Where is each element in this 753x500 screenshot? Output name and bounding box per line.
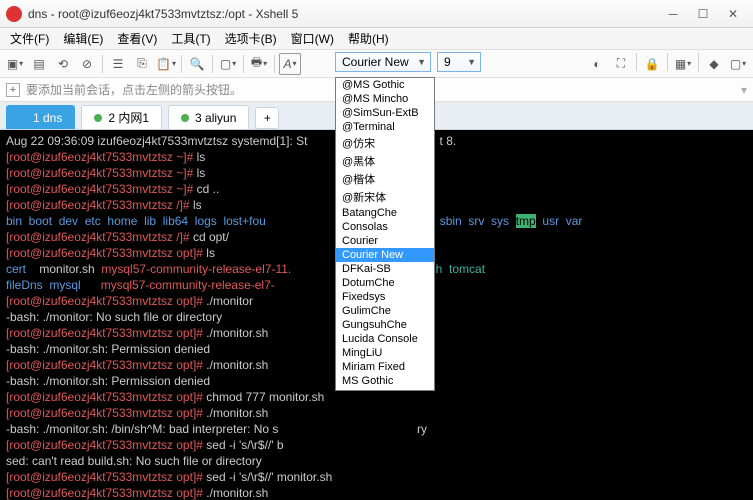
xftp-dropdown[interactable]: ▢ (727, 53, 749, 75)
font-option[interactable]: MS Mincho (336, 388, 434, 391)
font-name-combo[interactable]: Courier New ▼ (335, 52, 431, 72)
window-title: dns - root@izuf6eozj4kt7533mvtztsz:/opt … (28, 7, 659, 21)
status-dot-icon (94, 114, 102, 122)
font-option[interactable]: @Terminal (336, 120, 434, 134)
menubar: 文件(F) 编辑(E) 查看(V) 工具(T) 选项卡(B) 窗口(W) 帮助(… (0, 28, 753, 50)
font-option[interactable]: GungsuhChe (336, 318, 434, 332)
font-size-value: 9 (444, 55, 451, 69)
menu-window[interactable]: 窗口(W) (285, 28, 340, 49)
font-option[interactable]: DFKai-SB (336, 262, 434, 276)
font-name-value: Courier New (342, 55, 409, 69)
font-option[interactable]: Lucida Console (336, 332, 434, 346)
tab-aliyun[interactable]: 3 aliyun (168, 105, 249, 129)
status-dot-icon (181, 114, 189, 122)
font-option[interactable]: @MS Gothic (336, 78, 434, 92)
chevron-down-icon: ▼ (467, 57, 476, 67)
font-option[interactable]: @黑体 (336, 152, 434, 170)
tab-label: 1 dns (33, 111, 62, 125)
chevron-down-icon: ▼ (417, 57, 426, 67)
font-option[interactable]: MingLiU (336, 346, 434, 360)
new-session-button[interactable]: ▣ (4, 53, 26, 75)
toolbar: ▣ ▤ ⟲ ⊘ ☰ ⎘ 📋 🔍 ▢ 🖶 A Courier New ▼ 9 ▼ … (0, 50, 753, 78)
maximize-button[interactable]: ☐ (689, 5, 717, 23)
reconnect-button[interactable]: ⟲ (52, 53, 74, 75)
font-option[interactable]: Courier (336, 234, 434, 248)
status-dot-icon (19, 114, 27, 122)
find-button[interactable]: 🔍 (186, 53, 208, 75)
disconnect-button[interactable]: ⊘ (76, 53, 98, 75)
font-option[interactable]: MS Gothic (336, 374, 434, 388)
color-button[interactable]: ▢ (217, 53, 239, 75)
menu-help[interactable]: 帮助(H) (342, 28, 395, 49)
app-icon (6, 6, 22, 22)
font-option[interactable]: @MS Mincho (336, 92, 434, 106)
font-option[interactable]: @仿宋 (336, 134, 434, 152)
font-size-combo[interactable]: 9 ▼ (437, 52, 481, 72)
titlebar: dns - root@izuf6eozj4kt7533mvtztsz:/opt … (0, 0, 753, 28)
menu-view[interactable]: 查看(V) (111, 28, 163, 49)
font-dropdown-list[interactable]: @MS Gothic@MS Mincho@SimSun-ExtB@Termina… (335, 77, 435, 391)
minimize-button[interactable]: ─ (659, 5, 687, 23)
menu-tabs[interactable]: 选项卡(B) (219, 28, 283, 49)
paste-button[interactable]: 📋 (155, 53, 177, 75)
copy-button[interactable]: ⎘ (131, 53, 153, 75)
tab-label: 2 内网1 (108, 109, 149, 126)
close-button[interactable]: ✕ (719, 5, 747, 23)
xftp-button[interactable]: ◆ (703, 53, 725, 75)
font-option[interactable]: Consolas (336, 220, 434, 234)
font-option[interactable]: GulimChe (336, 304, 434, 318)
tab-label: 3 aliyun (195, 111, 236, 125)
add-session-icon[interactable]: + (6, 83, 20, 97)
fullscreen-button[interactable]: ⛶ (610, 53, 632, 75)
theme-button[interactable]: ◐ (586, 53, 608, 75)
font-option[interactable]: Miriam Fixed (336, 360, 434, 374)
add-tab-button[interactable]: + (255, 107, 279, 129)
sessions-button[interactable]: ▦ (672, 53, 694, 75)
print-button[interactable]: 🖶 (248, 53, 270, 75)
tab-intranet[interactable]: 2 内网1 (81, 105, 162, 129)
font-option[interactable]: @SimSun-ExtB (336, 106, 434, 120)
font-style-button[interactable]: A (279, 53, 301, 75)
font-option[interactable]: Fixedsys (336, 290, 434, 304)
menu-file[interactable]: 文件(F) (4, 28, 55, 49)
font-option[interactable]: @楷体 (336, 170, 434, 188)
menu-edit[interactable]: 编辑(E) (57, 28, 109, 49)
hint-text: 要添加当前会话，点击左侧的箭头按钮。 (26, 81, 242, 98)
tab-dns[interactable]: 1 dns (6, 105, 75, 129)
font-option[interactable]: @新宋体 (336, 188, 434, 206)
hint-dropdown-icon[interactable]: ▾ (741, 83, 747, 97)
menu-tools[interactable]: 工具(T) (165, 28, 216, 49)
lock-button[interactable]: 🔒 (641, 53, 663, 75)
properties-button[interactable]: ☰ (107, 53, 129, 75)
font-option[interactable]: Courier New (336, 248, 434, 262)
open-button[interactable]: ▤ (28, 53, 50, 75)
font-option[interactable]: DotumChe (336, 276, 434, 290)
font-option[interactable]: BatangChe (336, 206, 434, 220)
